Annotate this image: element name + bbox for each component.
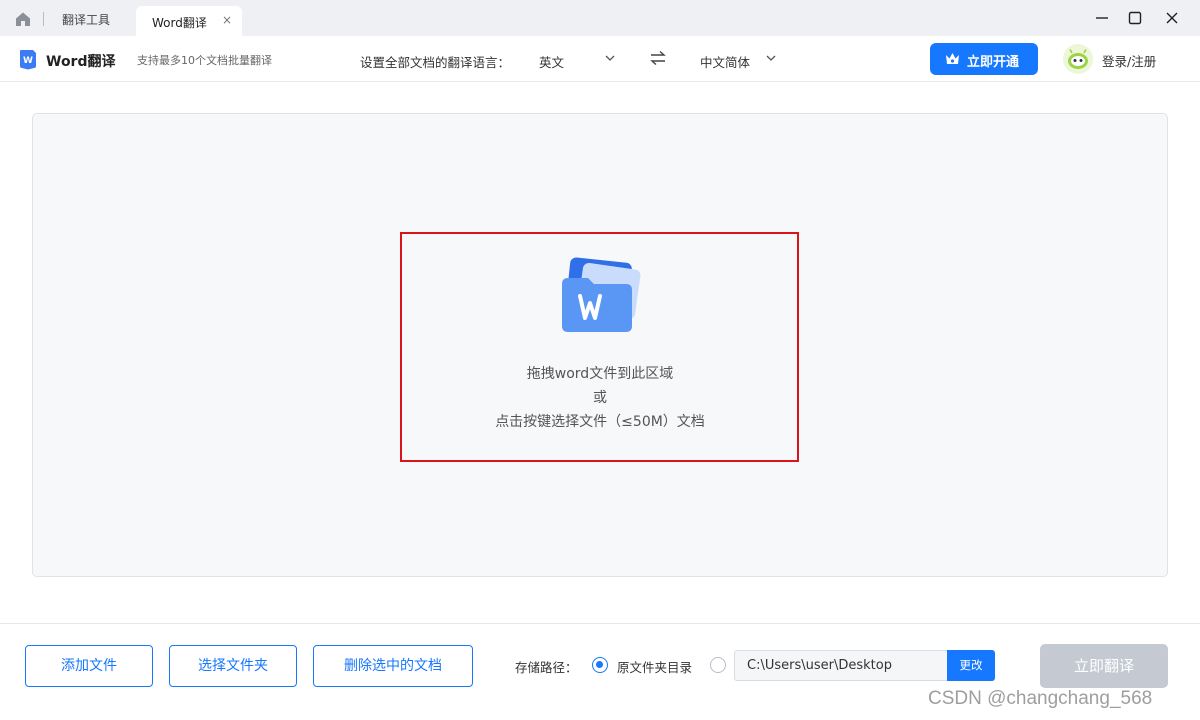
save-path-label: 存储路径： — [515, 660, 578, 675]
translate-now-button[interactable]: 立即翻译 — [1040, 644, 1168, 688]
custom-path-radio[interactable] — [710, 657, 726, 673]
drop-instruction-line1: 拖拽word文件到此区域 — [526, 366, 674, 382]
word-document-icon — [562, 257, 641, 332]
title-bar: 翻译工具 Word翻译 × — [0, 0, 1200, 36]
chevron-down-icon[interactable] — [604, 52, 616, 64]
home-icon[interactable] — [14, 11, 32, 27]
close-icon[interactable] — [1160, 6, 1184, 30]
drop-instruction-or: 或 — [593, 390, 607, 406]
tab-word-translate-label: Word翻译 — [152, 16, 207, 30]
select-folder-button[interactable]: 选择文件夹 — [169, 645, 297, 687]
watermark: CSDN @changchang_568 — [928, 688, 1153, 709]
titlebar-divider — [43, 12, 44, 26]
original-folder-label[interactable]: 原文件夹目录 — [617, 657, 692, 676]
original-folder-radio[interactable] — [592, 657, 608, 673]
vip-activate-button[interactable]: 立即开通 — [930, 43, 1038, 75]
app-subtitle: 支持最多10个文档批量翻译 — [137, 54, 272, 67]
chevron-down-icon[interactable] — [765, 52, 777, 64]
vip-button-label: 立即开通 — [967, 55, 1020, 70]
footer-divider — [0, 623, 1200, 624]
tab-translation-tools[interactable]: 翻译工具 — [62, 11, 110, 28]
tab-close-icon[interactable]: × — [222, 13, 232, 27]
drop-instruction-line3: 点击按键选择文件（≤50M）文档 — [495, 414, 705, 430]
swap-languages-icon[interactable] — [649, 50, 667, 66]
minimize-icon[interactable] — [1090, 6, 1114, 30]
maximize-icon[interactable] — [1123, 6, 1147, 30]
svg-text:W: W — [23, 56, 33, 66]
source-language-select[interactable]: 英文 — [539, 52, 564, 71]
save-path-field[interactable]: C:\Users\user\Desktop — [734, 650, 948, 681]
crown-icon — [946, 53, 959, 64]
add-file-button[interactable]: 添加文件 — [25, 645, 153, 687]
target-language-select[interactable]: 中文简体 — [700, 52, 750, 71]
change-path-button[interactable]: 更改 — [947, 650, 995, 681]
login-register-link[interactable]: 登录/注册 — [1102, 51, 1156, 70]
delete-selected-button[interactable]: 删除选中的文档 — [313, 645, 473, 687]
toolbar: W Word翻译 支持最多10个文档批量翻译 设置全部文档的翻译语言： 英文 中… — [0, 36, 1200, 82]
word-logo-icon: W — [20, 50, 36, 70]
language-setting-label: 设置全部文档的翻译语言： — [360, 55, 511, 70]
app-title: Word翻译 — [46, 54, 116, 70]
tab-word-translate[interactable]: Word翻译 × — [136, 6, 242, 36]
avatar[interactable] — [1063, 44, 1093, 74]
